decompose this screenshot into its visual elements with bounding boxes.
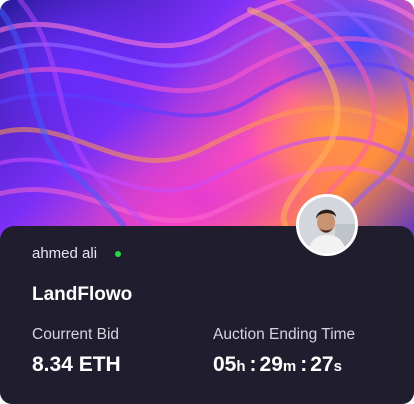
online-status-indicator <box>115 250 122 257</box>
current-bid-value: 8.34 ETH <box>32 353 121 376</box>
countdown-hours-unit: h <box>236 358 246 375</box>
countdown-separator: : <box>300 353 308 376</box>
auction-ending-time-label: Auction Ending Time <box>213 326 356 343</box>
creator-name[interactable]: ahmed ali <box>32 245 97 262</box>
countdown-minutes: 29 <box>259 353 283 376</box>
creator-info[interactable]: ahmed ali <box>32 245 122 262</box>
countdown-separator: : <box>249 353 257 376</box>
countdown-minutes-unit: m <box>282 358 297 375</box>
nft-card[interactable]: ahmed ali LandFlowo Courrent Bid Auction… <box>0 0 414 404</box>
auction-countdown: 05h:29m:27s <box>213 353 342 377</box>
countdown-seconds: 27 <box>310 353 334 376</box>
countdown-hours: 05 <box>213 353 237 376</box>
countdown-seconds-unit: s <box>333 358 342 375</box>
current-bid-label: Courrent Bid <box>32 326 120 343</box>
creator-avatar[interactable] <box>296 194 358 256</box>
nft-title[interactable]: LandFlowo <box>32 284 132 306</box>
avatar-photo-icon <box>299 197 355 253</box>
